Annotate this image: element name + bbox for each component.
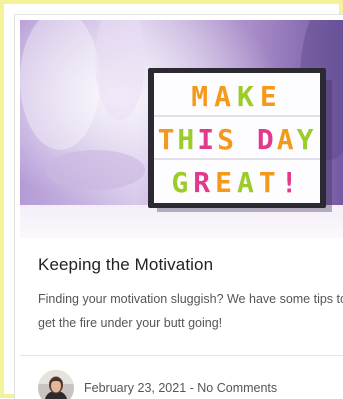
meta-separator: -: [186, 381, 198, 395]
sign-line-2: THIS DAY: [158, 123, 317, 156]
post-featured-image[interactable]: MAKE THIS DAY GREAT!: [20, 20, 343, 238]
post-meta: February 23, 2021 - No Comments: [38, 370, 277, 399]
post-title[interactable]: Keeping the Motivation: [38, 255, 213, 275]
post-date: February 23, 2021: [84, 381, 187, 395]
comments-link[interactable]: No Comments: [197, 381, 277, 395]
blog-post-card: MAKE THIS DAY GREAT! Keeping the Motivat…: [14, 14, 343, 399]
sign-line-1: MAKE: [191, 80, 282, 113]
card-divider: [20, 355, 343, 356]
sign-line-3: GREAT!: [171, 166, 302, 199]
author-avatar[interactable]: [38, 370, 74, 399]
post-excerpt: Finding your motivation sluggish? We hav…: [38, 292, 343, 330]
